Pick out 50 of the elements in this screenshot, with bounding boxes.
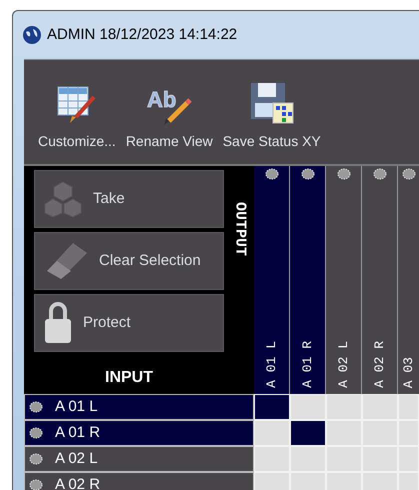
status-dot-icon xyxy=(264,168,278,180)
output-column-header[interactable]: A 03 xyxy=(398,166,419,394)
output-label: A 01 R xyxy=(298,341,316,388)
input-label: A 01 L xyxy=(55,396,98,417)
toolbar-button[interactable]: Save Status XY xyxy=(220,81,323,152)
cubes-icon xyxy=(43,179,83,219)
crosspoint-cell[interactable] xyxy=(254,420,290,446)
input-label: A 01 R xyxy=(55,422,100,443)
output-label: A 02 R xyxy=(370,341,388,388)
input-row-header[interactable]: A 01 R xyxy=(24,420,254,446)
output-label: A 02 L xyxy=(334,341,352,388)
globe-icon xyxy=(22,25,42,45)
crosspoint-cell[interactable] xyxy=(290,420,326,446)
crosspoint-cell[interactable] xyxy=(326,420,362,446)
output-column-header[interactable]: A 02 R xyxy=(362,166,397,394)
crosspoint-cell[interactable] xyxy=(290,394,326,420)
output-column-header[interactable]: A 01 R xyxy=(290,166,325,394)
output-column-header[interactable]: A 02 L xyxy=(326,166,361,394)
status-dot-icon xyxy=(336,168,350,180)
status-dot-icon xyxy=(29,401,43,413)
status-dot-icon xyxy=(300,168,314,180)
input-row-header[interactable]: A 02 R xyxy=(24,472,254,490)
status-dot-icon xyxy=(29,427,43,439)
input-row-header[interactable]: A 02 L xyxy=(24,446,254,472)
action-button[interactable]: Take xyxy=(34,170,224,228)
crosspoint-cell[interactable] xyxy=(326,446,362,472)
floppy-grid-icon xyxy=(248,81,295,125)
status-dot-icon xyxy=(29,453,43,465)
status-dot-icon xyxy=(402,168,416,180)
input-row-header[interactable]: A 01 L xyxy=(24,394,254,420)
action-button[interactable]: Clear Selection xyxy=(34,232,224,290)
output-label: A 01 L xyxy=(262,341,280,388)
output-column-header[interactable]: A 01 L xyxy=(254,166,289,394)
crosspoint-cell[interactable] xyxy=(254,394,290,420)
status-dot-icon xyxy=(372,168,386,180)
action-button[interactable]: Protect xyxy=(34,294,224,352)
input-heading: INPUT xyxy=(104,368,154,388)
output-heading: OUTPUT xyxy=(230,202,250,256)
padlock-icon xyxy=(43,301,73,345)
input-label: A 02 L xyxy=(55,448,98,469)
crosspoint-cell[interactable] xyxy=(290,446,326,472)
crosspoint-cell[interactable] xyxy=(398,394,419,420)
crosspoint-cell[interactable] xyxy=(254,446,290,472)
toolbar-button[interactable]: Customize... xyxy=(36,83,118,152)
crosspoint-cell[interactable] xyxy=(326,394,362,420)
window-title: ADMIN 18/12/2023 14:14:22 xyxy=(47,24,238,45)
crosspoint-cell[interactable] xyxy=(362,394,398,420)
output-label: A 03 xyxy=(400,356,417,388)
toolbar-button[interactable]: Ab Rename View xyxy=(124,83,215,152)
input-label: A 02 R xyxy=(55,474,100,490)
